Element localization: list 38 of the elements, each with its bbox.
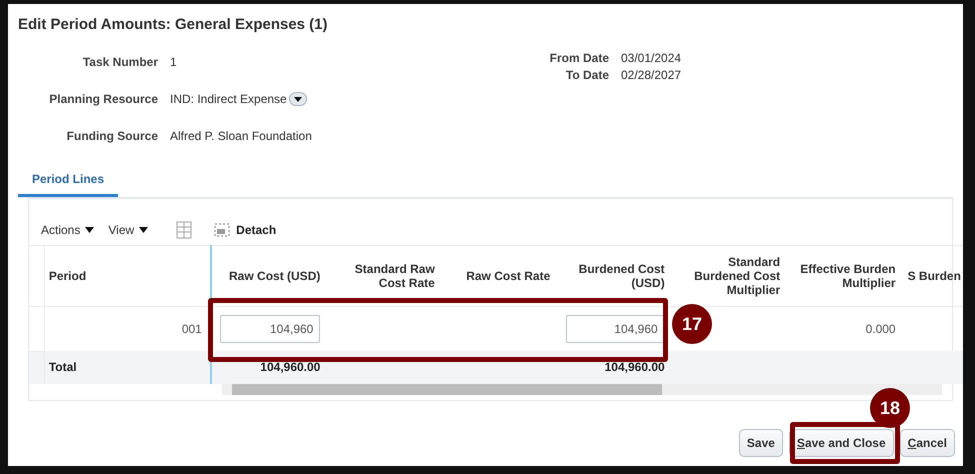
field-value: 03/01/2024 xyxy=(621,50,682,64)
column-header: Effective Burden Multiplier xyxy=(800,262,896,290)
caret-icon[interactable] xyxy=(85,227,94,233)
column-header: S Burden xyxy=(908,269,961,283)
field-value: Alfred P. Sloan Foundation xyxy=(170,128,312,142)
field-value: 02/28/2027 xyxy=(621,68,682,82)
dialog-title: Edit Period Amounts: General Expenses (1) xyxy=(18,16,329,33)
column-header: Period xyxy=(48,269,86,283)
table-cell: 0.000 xyxy=(866,322,896,336)
caret-icon[interactable] xyxy=(139,227,148,233)
field-label: From Date xyxy=(548,50,610,64)
step-badge: 17 xyxy=(672,304,712,344)
detach-button[interactable]: Detach xyxy=(236,223,276,237)
total-cell: 104,960.00 xyxy=(260,360,320,374)
dialog-button[interactable]: Save xyxy=(738,429,783,457)
tab[interactable]: Period Lines xyxy=(18,172,118,197)
total-cell: Total xyxy=(48,360,77,374)
column-header: Raw Cost (USD) xyxy=(229,269,320,283)
total-cell: 104,960.00 xyxy=(604,360,665,374)
column-header: Raw Cost Rate xyxy=(466,269,550,283)
field-label: Planning Resource xyxy=(48,92,159,106)
field-value: 1 xyxy=(170,54,177,68)
table-cell: 001 xyxy=(182,322,202,336)
field-label: To Date xyxy=(564,68,610,82)
amount-input[interactable]: 104,960 xyxy=(566,315,665,343)
detach-icon[interactable] xyxy=(214,223,230,237)
field-label: Task Number xyxy=(82,54,159,68)
field-label: Funding Source xyxy=(66,128,159,142)
dialog-button[interactable]: Save and Close xyxy=(788,429,894,457)
amount-input[interactable]: 104,960 xyxy=(220,315,320,343)
menu-button[interactable]: Actions xyxy=(41,223,80,237)
column-header: Standard Raw Cost Rate xyxy=(354,262,435,290)
dropdown-icon[interactable] xyxy=(288,92,307,106)
field-value: IND: Indirect Expense xyxy=(170,92,287,106)
dialog-button[interactable]: Cancel xyxy=(900,429,955,457)
column-header: Burdened Cost (USD) xyxy=(578,262,665,290)
column-header: Standard Burdened Cost Multiplier xyxy=(694,255,780,297)
menu-button[interactable]: View xyxy=(108,223,134,237)
